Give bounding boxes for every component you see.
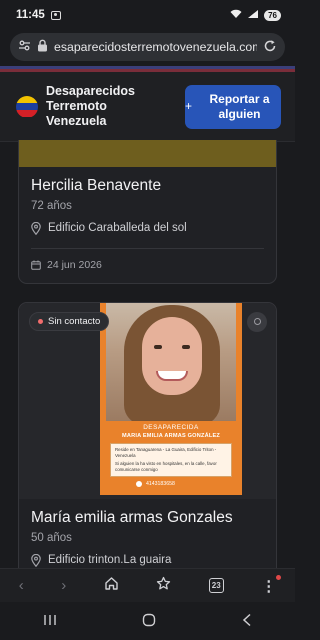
status-badge: Sin contacto — [29, 311, 110, 331]
more-options-icon[interactable]: ⋮ — [261, 574, 282, 595]
person-location: Edificio Caraballeda del sol — [31, 221, 264, 236]
status-bar: 11:45 76 — [0, 0, 295, 30]
person-media[interactable]: DESAPARECIDA MARIA EMILIA ARMAS GONZÁLEZ… — [19, 302, 276, 499]
location-pin-icon — [31, 222, 41, 235]
location-text: Edificio Caraballeda del sol — [48, 222, 187, 234]
person-age: 72 años — [31, 200, 72, 212]
location-text: Edificio trinton.La guaira tanaguarenaan… — [48, 553, 172, 566]
bookmark-star-icon[interactable] — [156, 576, 171, 595]
poster-title: DESAPARECIDA — [143, 423, 199, 431]
poster-text-request: Si alguien la ha visto en hospitales, en… — [115, 460, 217, 472]
status-label: Sin contacto — [48, 315, 101, 327]
person-age: 50 años — [31, 531, 72, 544]
venezuela-flag-logo[interactable] — [16, 95, 38, 118]
reload-icon[interactable] — [263, 39, 277, 56]
report-someone-button[interactable]: + Reportar a alguien — [185, 84, 281, 129]
location-pin-icon — [31, 553, 41, 567]
browser-toolbar: esaparecidosterremotovenezuela.com — [0, 30, 295, 64]
person-location: Edificio trinton.La guaira tanaguarenaan… — [31, 553, 264, 568]
card-divider — [31, 247, 264, 249]
tabs-button[interactable]: 23 — [208, 578, 224, 593]
plus-icon: + — [185, 99, 193, 114]
person-photo — [106, 302, 236, 421]
url-text: esaparecidosterremotovenezuela.com — [54, 40, 257, 54]
home-icon[interactable] — [104, 576, 119, 595]
brand-color-strip — [0, 66, 295, 72]
poster-name: MARIA EMILIA ARMAS GONZÁLEZ — [122, 432, 220, 439]
person-card[interactable]: Hercilia Benavente 72 años Edificio Cara… — [18, 140, 277, 284]
site-settings-icon[interactable] — [18, 39, 31, 55]
forward-arrow-icon[interactable]: › — [61, 577, 66, 594]
report-date: 24 jun 2026 — [31, 259, 264, 271]
person-card[interactable]: DESAPARECIDA MARIA EMILIA ARMAS GONZÁLEZ… — [18, 301, 277, 568]
lock-icon — [37, 39, 48, 55]
back-arrow-icon[interactable]: ‹ — [19, 577, 24, 594]
back-button-icon[interactable] — [241, 613, 253, 630]
person-photo[interactable] — [19, 140, 276, 167]
person-name[interactable]: María emilia armas Gonzales — [31, 509, 264, 527]
signal-icon — [247, 9, 259, 21]
report-button-label: Reportar a alguien — [209, 92, 270, 121]
status-dot-icon — [38, 318, 43, 324]
wifi-icon — [230, 9, 242, 22]
address-bar[interactable]: esaparecidosterremotovenezuela.com — [10, 33, 285, 61]
person-name[interactable]: Hercilia Benavente — [31, 177, 264, 195]
status-icons: 76 — [230, 9, 281, 22]
missing-persons-feed[interactable]: Hercilia Benavente 72 años Edificio Cara… — [0, 140, 295, 568]
notification-dot — [276, 574, 282, 580]
home-button-icon[interactable] — [142, 613, 156, 630]
clock: 11:45 — [16, 9, 45, 21]
circle-icon — [253, 318, 261, 326]
recent-apps-icon[interactable] — [43, 613, 57, 629]
poster-details: Reside en Tanaguarena - La Guaira, Edifi… — [110, 442, 232, 477]
site-title[interactable]: Desaparecidos Terremoto Venezuela — [46, 84, 156, 130]
calendar-icon — [31, 260, 41, 270]
battery-indicator: 76 — [264, 9, 281, 21]
card-options-button[interactable] — [247, 311, 267, 332]
whatsapp-icon — [136, 480, 142, 487]
missing-person-poster[interactable]: DESAPARECIDA MARIA EMILIA ARMAS GONZÁLEZ… — [100, 302, 242, 495]
date-text: 24 jun 2026 — [47, 258, 102, 271]
system-navigation-bar — [0, 602, 295, 640]
site-header: Desaparecidos Terremoto Venezuela + Repo… — [0, 72, 295, 142]
browser-bottom-bar: ‹ › 23 ⋮ — [0, 568, 295, 602]
poster-text-residence: Reside en Tanaguarena - La Guaira, Edifi… — [115, 446, 217, 458]
poster-phone: 4143183658 — [146, 480, 175, 487]
screen-record-icon — [50, 10, 61, 20]
